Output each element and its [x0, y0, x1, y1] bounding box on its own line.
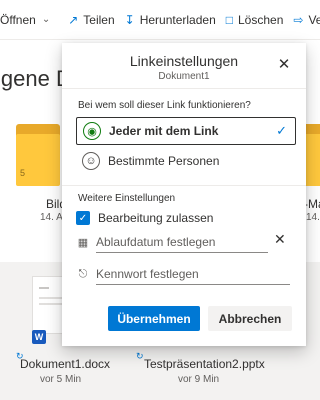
audience-question: Bei wem soll dieser Link funktionieren?: [78, 100, 251, 111]
open-button[interactable]: Öffnen ⌄: [0, 0, 55, 39]
dialog-subtitle: Dokument1: [158, 71, 210, 82]
move-button[interactable]: ⇨ Ver: [288, 0, 320, 39]
file-name[interactable]: Dokument1.docx: [20, 357, 110, 371]
share-icon: ↗: [68, 12, 79, 27]
option-label: Bestimmte Personen: [108, 154, 220, 168]
close-icon[interactable]: ✕: [276, 57, 292, 73]
share-button[interactable]: ↗ Teilen: [63, 0, 119, 39]
folder-front: [16, 134, 60, 186]
command-bar: Öffnen ⌄ ↗ Teilen ↧ Herunterladen □ Lösc…: [0, 0, 320, 40]
password-row: ⎋ Kennwort festlegen: [76, 263, 290, 285]
word-icon: W: [32, 330, 46, 344]
toolbar-item-label: Löschen: [238, 12, 284, 27]
divider: [62, 88, 306, 89]
file-time: vor 5 Min: [40, 374, 82, 385]
people-icon: ☺: [82, 152, 100, 170]
clear-date-icon[interactable]: ✕: [274, 231, 286, 248]
download-icon: ↧: [124, 12, 135, 27]
option-label: Jeder mit dem Link: [109, 124, 219, 138]
folder-count: 5: [20, 168, 26, 178]
sync-icon: ↻: [136, 351, 144, 361]
allow-edit-checkbox[interactable]: ✓: [76, 211, 90, 225]
chevron-down-icon: ⌄: [41, 14, 51, 25]
checkmark-icon: ✓: [276, 123, 287, 138]
option-anyone-with-link[interactable]: ◉ Jeder mit dem Link ✓: [76, 117, 296, 145]
file-name[interactable]: Testpräsentation2.pptx: [144, 357, 265, 371]
toolbar-item-label: Herunterladen: [139, 12, 216, 27]
more-settings-heading: Weitere Einstellungen: [78, 193, 176, 204]
dialog-title: Linkeinstellungen: [129, 53, 239, 69]
link-settings-dialog: Linkeinstellungen Dokument1 ✕ Bei wem so…: [62, 43, 306, 346]
toolbar-item-label: Öffnen: [0, 12, 36, 27]
delete-button[interactable]: □ Löschen: [221, 0, 289, 39]
toolbar-item-label: Ver: [308, 12, 320, 27]
folder-tile[interactable]: 5: [16, 124, 60, 186]
divider: [62, 185, 306, 186]
move-icon: ⇨: [293, 12, 304, 27]
option-specific-people[interactable]: ☺ Bestimmte Personen: [76, 147, 296, 175]
cancel-button[interactable]: Abbrechen: [208, 306, 292, 331]
expiry-date-field[interactable]: Ablaufdatum festlegen: [96, 231, 268, 253]
download-button[interactable]: ↧ Herunterladen: [120, 0, 221, 39]
lock-icon: ⎋: [78, 267, 88, 280]
trash-icon: □: [225, 12, 233, 27]
allow-edit-label: Bearbeitung zulassen: [98, 211, 214, 225]
calendar-icon: ▦: [77, 236, 89, 249]
password-field[interactable]: Kennwort festlegen: [96, 263, 290, 285]
allow-edit-row[interactable]: ✓ Bearbeitung zulassen: [76, 207, 290, 229]
folder-date: 14. A: [306, 212, 320, 223]
file-time: vor 9 Min: [178, 374, 220, 385]
globe-icon: ◉: [83, 122, 101, 140]
folder-name[interactable]: -Ma: [304, 197, 320, 211]
toolbar-item-label: Teilen: [83, 12, 115, 27]
apply-button[interactable]: Übernehmen: [108, 306, 200, 331]
expiry-date-row: ▦ Ablaufdatum festlegen: [76, 231, 268, 253]
